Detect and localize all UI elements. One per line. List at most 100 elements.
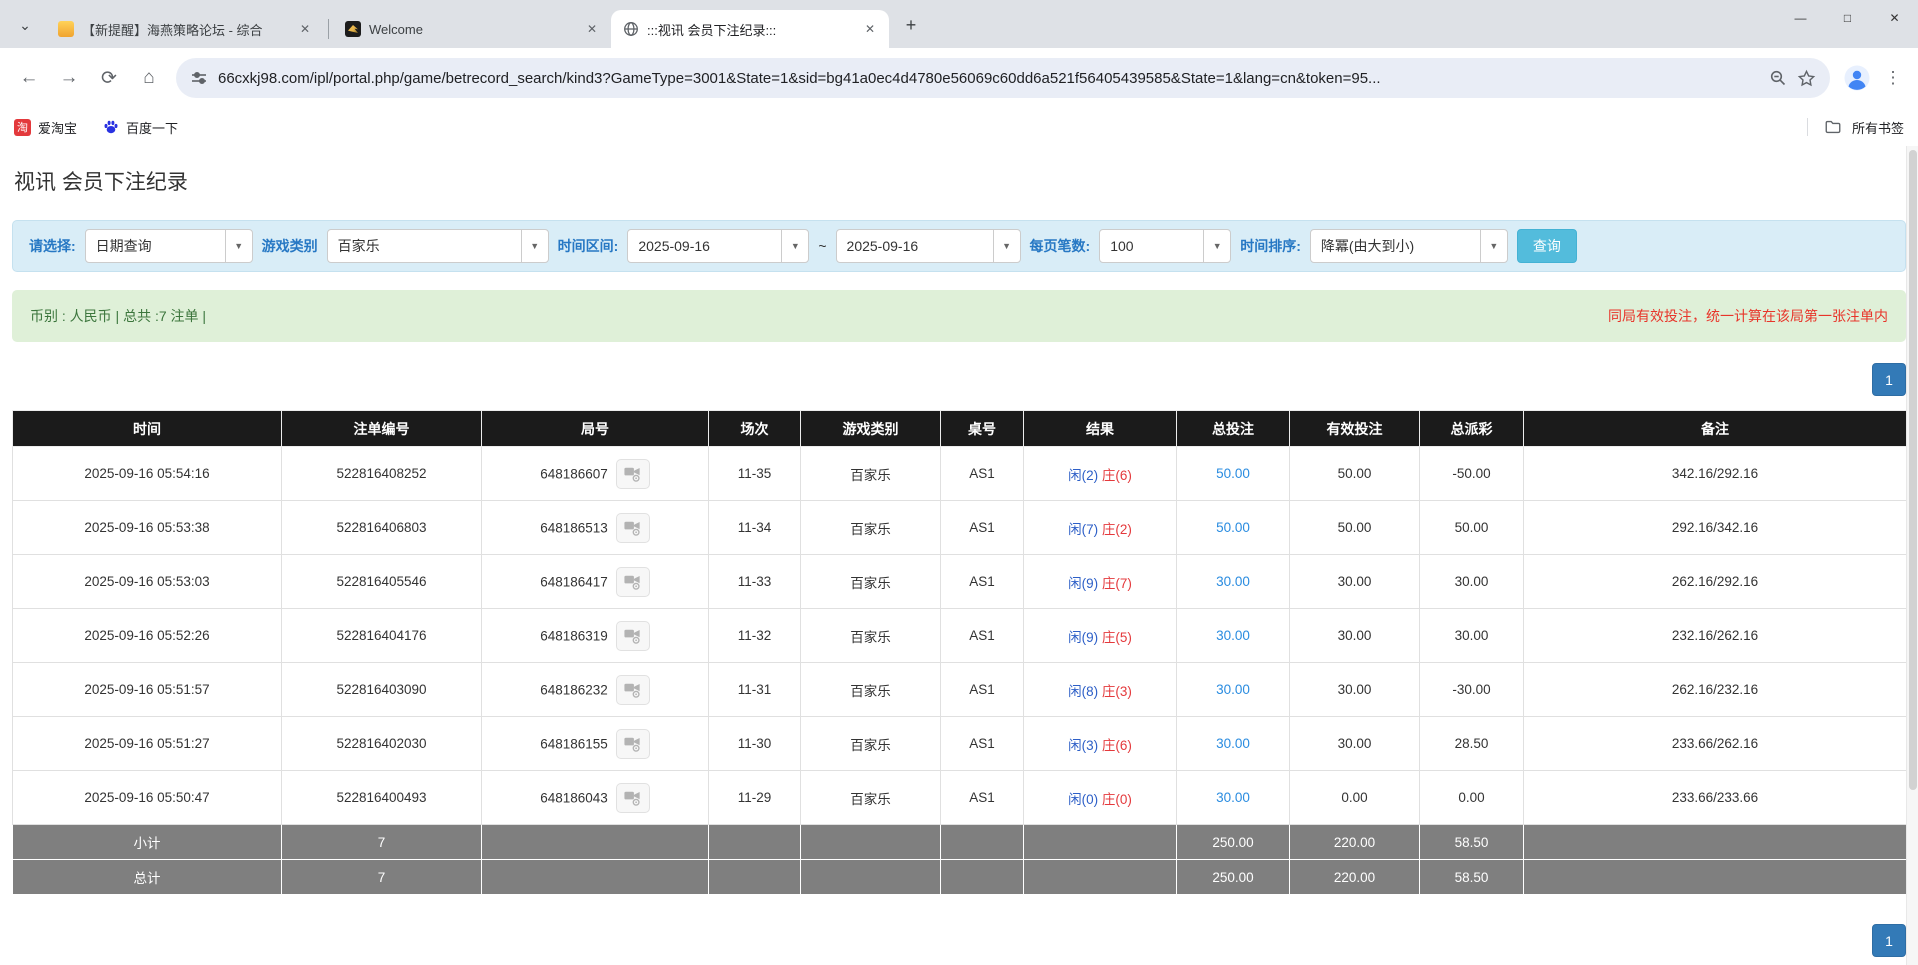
date-to-select[interactable]: 2025-09-16 ▼ <box>836 229 1021 263</box>
cell-round-no: 648186319 <box>482 609 709 663</box>
profile-avatar[interactable] <box>1838 59 1876 97</box>
cell-time: 2025-09-16 05:50:47 <box>13 771 282 825</box>
url-bar[interactable]: 66cxkj98.com/ipl/portal.php/game/betreco… <box>176 58 1830 98</box>
cell-result: 闲(7) 庄(2) <box>1024 501 1177 555</box>
bookmark-baidu[interactable]: 百度一下 <box>103 118 178 137</box>
cell-note: 292.16/342.16 <box>1524 501 1907 555</box>
table-row: 2025-09-16 05:50:47 522816400493 6481860… <box>13 771 1907 825</box>
video-replay-button[interactable] <box>616 729 650 759</box>
result-player: 闲(8) <box>1068 684 1098 699</box>
video-replay-button[interactable] <box>616 621 650 651</box>
table-row: 2025-09-16 05:51:57 522816403090 6481862… <box>13 663 1907 717</box>
chevron-down-icon[interactable]: ▼ <box>225 230 252 262</box>
video-camera-icon <box>623 572 642 591</box>
total-bet-link[interactable]: 30.00 <box>1216 574 1250 589</box>
bet-records-table: 时间 注单编号 局号 场次 游戏类别 桌号 结果 总投注 有效投注 总派彩 备注… <box>12 410 1907 895</box>
tab-close-icon[interactable]: ✕ <box>296 20 314 38</box>
maximize-button[interactable]: □ <box>1824 0 1871 36</box>
tab-welcome[interactable]: Welcome ✕ <box>333 10 611 48</box>
cell-round-no: 648186417 <box>482 555 709 609</box>
video-replay-button[interactable] <box>616 567 650 597</box>
empty-cell <box>941 860 1024 895</box>
site-settings-icon[interactable] <box>190 69 208 87</box>
cell-session: 11-31 <box>709 663 801 717</box>
video-replay-button[interactable] <box>616 459 650 489</box>
back-button[interactable]: ← <box>10 59 48 97</box>
tab-forum[interactable]: 【新提醒】海燕策略论坛 - 综合 ✕ <box>46 10 324 48</box>
home-button[interactable]: ⌂ <box>130 59 168 97</box>
empty-cell <box>709 860 801 895</box>
browser-menu-icon[interactable]: ⋮ <box>1878 59 1908 97</box>
chevron-down-icon[interactable]: ▼ <box>1480 230 1507 262</box>
chevron-down-icon[interactable]: ▼ <box>781 230 808 262</box>
tab-close-icon[interactable]: ✕ <box>583 20 601 38</box>
search-button[interactable]: 查询 <box>1517 229 1577 263</box>
chevron-down-icon[interactable]: ▼ <box>1203 230 1230 262</box>
cell-game: 百家乐 <box>801 609 941 663</box>
date-from-select[interactable]: 2025-09-16 ▼ <box>627 229 809 263</box>
result-player: 闲(9) <box>1068 630 1098 645</box>
bookmark-taobao[interactable]: 淘 爱淘宝 <box>14 118 77 137</box>
cell-total-bet: 30.00 <box>1177 609 1290 663</box>
query-type-select[interactable]: 日期查询 ▼ <box>85 229 253 263</box>
url-text[interactable]: 66cxkj98.com/ipl/portal.php/game/betreco… <box>218 70 1759 87</box>
pagination-bottom: 1 <box>12 924 1906 957</box>
close-window-button[interactable]: ✕ <box>1871 0 1918 36</box>
sort-order-select[interactable]: 降冪(由大到小) ▼ <box>1310 229 1508 263</box>
zoom-icon[interactable] <box>1769 69 1787 87</box>
game-type-label: 游戏类别 <box>262 236 318 256</box>
total-bet-link[interactable]: 30.00 <box>1216 682 1250 697</box>
cell-valid-bet: 30.00 <box>1290 555 1420 609</box>
col-result: 结果 <box>1024 411 1177 447</box>
tab-betrecord[interactable]: :::视讯 会员下注纪录::: ✕ <box>611 10 889 48</box>
cell-total-bet: 30.00 <box>1177 771 1290 825</box>
cell-time: 2025-09-16 05:53:38 <box>13 501 282 555</box>
video-camera-icon <box>623 734 642 753</box>
cell-payout: 30.00 <box>1420 555 1524 609</box>
cell-payout: -50.00 <box>1420 447 1524 501</box>
game-type-select[interactable]: 百家乐 ▼ <box>327 229 549 263</box>
total-bet-link[interactable]: 30.00 <box>1216 736 1250 751</box>
tab-search-chevron-icon[interactable]: ⌄ <box>10 10 40 40</box>
page-size-label: 每页笔数: <box>1030 236 1091 256</box>
total-bet-link[interactable]: 30.00 <box>1216 790 1250 805</box>
minimize-button[interactable]: — <box>1777 0 1824 36</box>
page-1-button[interactable]: 1 <box>1872 363 1906 396</box>
scrollbar-thumb[interactable] <box>1909 150 1917 790</box>
empty-cell <box>1524 860 1907 895</box>
reload-button[interactable]: ⟳ <box>90 59 128 97</box>
chevron-down-icon[interactable]: ▼ <box>521 230 548 262</box>
all-bookmarks[interactable]: 所有书签 <box>1807 118 1904 137</box>
tab-close-icon[interactable]: ✕ <box>861 20 879 38</box>
video-replay-button[interactable] <box>616 513 650 543</box>
result-player: 闲(0) <box>1068 792 1098 807</box>
bookmark-star-icon[interactable] <box>1797 69 1816 88</box>
cell-payout: 30.00 <box>1420 609 1524 663</box>
total-bet-link[interactable]: 50.00 <box>1216 466 1250 481</box>
video-replay-button[interactable] <box>616 783 650 813</box>
cell-note: 342.16/292.16 <box>1524 447 1907 501</box>
cell-valid-bet: 50.00 <box>1290 501 1420 555</box>
cell-note: 233.66/262.16 <box>1524 717 1907 771</box>
cell-bet-no: 522816402030 <box>282 717 482 771</box>
cell-session: 11-32 <box>709 609 801 663</box>
forward-button[interactable]: → <box>50 59 88 97</box>
total-bet-link[interactable]: 30.00 <box>1216 628 1250 643</box>
cell-total-bet: 50.00 <box>1177 501 1290 555</box>
page-size-select[interactable]: 100 ▼ <box>1099 229 1231 263</box>
total-bet-link[interactable]: 50.00 <box>1216 520 1250 535</box>
round-number: 648186319 <box>540 628 608 643</box>
cell-session: 11-33 <box>709 555 801 609</box>
chevron-down-icon[interactable]: ▼ <box>993 230 1020 262</box>
bookmark-label: 百度一下 <box>126 118 178 137</box>
result-banker: 庄(7) <box>1102 576 1132 591</box>
empty-cell <box>801 860 941 895</box>
cell-total-bet: 30.00 <box>1177 555 1290 609</box>
new-tab-button[interactable]: + <box>897 11 925 39</box>
all-bookmarks-label: 所有书签 <box>1852 118 1904 137</box>
video-replay-button[interactable] <box>616 675 650 705</box>
subtotal-total-bet: 250.00 <box>1177 825 1290 860</box>
bookmarks-bar: 淘 爱淘宝 百度一下 所有书签 <box>0 108 1918 146</box>
page-1-button[interactable]: 1 <box>1872 924 1906 957</box>
round-number: 648186607 <box>540 466 608 481</box>
